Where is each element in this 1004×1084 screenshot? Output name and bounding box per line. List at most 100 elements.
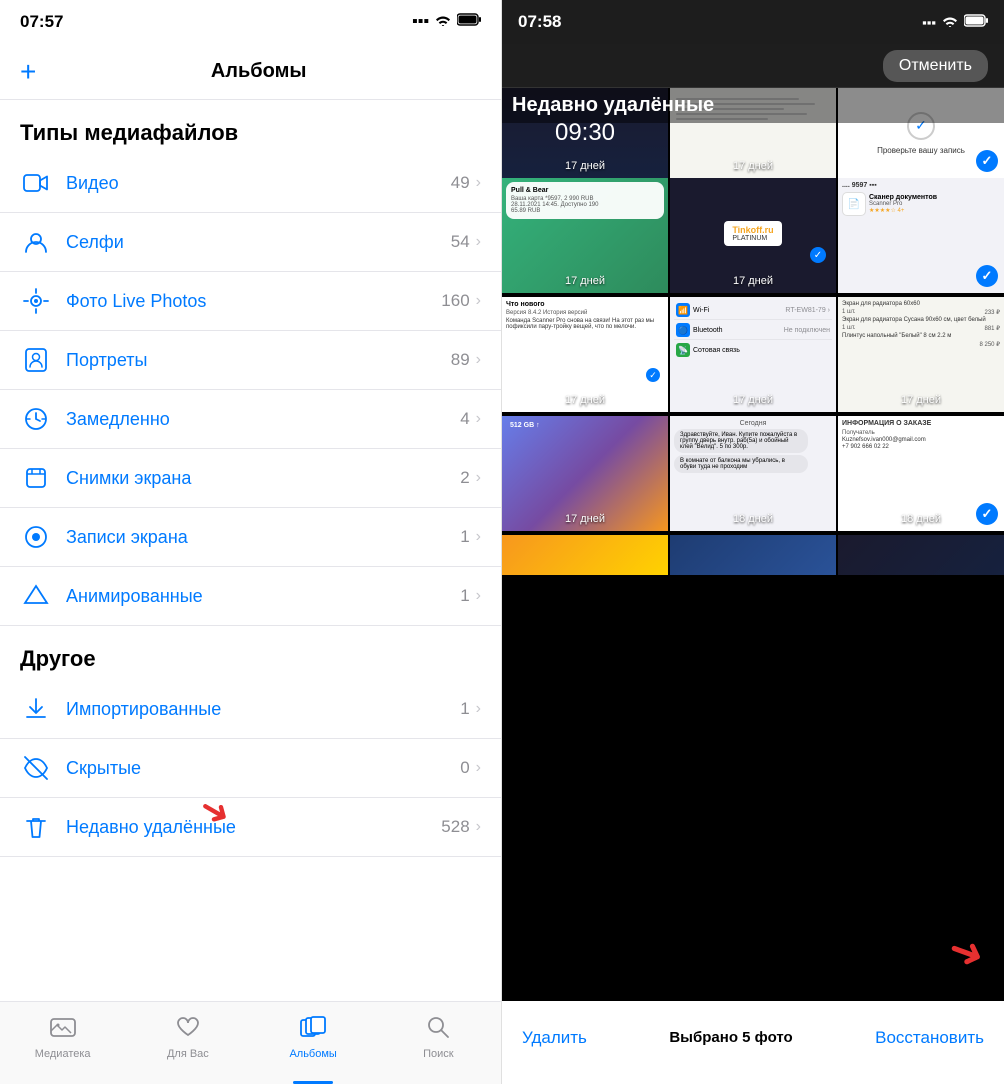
days-label-4: 17 дней [565, 275, 605, 287]
slow-motion-label: Замедленно [66, 409, 460, 430]
sidebar-item-hidden[interactable]: Скрытые 0 › [0, 739, 501, 798]
screen-recordings-label: Записи экрана [66, 527, 460, 548]
live-photos-count: 160 [441, 291, 469, 311]
right-panel: 07:58 ▪▪▪ Отменить 09:30 17 дней [502, 0, 1004, 1084]
days-label-1: 17 дней [565, 160, 605, 172]
selected-check-12: ✓ [976, 503, 998, 525]
sidebar-item-selfie[interactable]: Селфи 54 › [0, 213, 501, 272]
photo-thumb-7[interactable]: Что нового Версия 8.4.2 История версий К… [502, 297, 668, 412]
days-label-12: 18 дней [901, 513, 941, 525]
status-time-left: 07:57 [20, 12, 63, 32]
slow-motion-chevron: › [476, 410, 481, 428]
screen-record-icon [20, 521, 52, 553]
tab-for-you[interactable]: Для Вас [125, 1002, 250, 1084]
photo-thumb-11[interactable]: Сегодня Здравствуйте, Иван. Купите пожал… [670, 416, 836, 531]
tab-mediateka-label: Медиатека [35, 1048, 91, 1060]
selected-check-6: ✓ [976, 265, 998, 287]
photo-thumb-4[interactable]: Pull & Bear Ваша карта *9597, 2 990 RUB … [502, 178, 668, 293]
albums-scroll-area: Типы медиафайлов Видео 49 › Селфи 54 › Ф… [0, 100, 501, 1001]
video-icon [20, 167, 52, 199]
status-time-right: 07:58 [518, 12, 561, 32]
selfie-label: Селфи [66, 232, 451, 253]
days-label-7: 17 дней [565, 394, 605, 406]
selfie-count: 54 [451, 232, 470, 252]
cellular-icon: ▪▪▪ [412, 13, 429, 31]
sidebar-item-portraits[interactable]: Портреты 89 › [0, 331, 501, 390]
search-tab-icon [427, 1016, 449, 1044]
tab-for-you-label: Для Вас [167, 1048, 209, 1060]
tab-search[interactable]: Поиск [376, 1002, 501, 1084]
photo-thumb-10[interactable]: 512 GB ↑ 17 дней [502, 416, 668, 531]
photo-row-2: Что нового Версия 8.4.2 История версий К… [502, 297, 1004, 412]
add-album-button[interactable]: + [20, 56, 36, 88]
photo-grid: Pull & Bear Ваша карта *9597, 2 990 RUB … [502, 178, 1004, 1001]
screen-recordings-chevron: › [476, 528, 481, 546]
sidebar-item-slow-motion[interactable]: Замедленно 4 › [0, 390, 501, 449]
photo-row-3: 512 GB ↑ 17 дней Сегодня Здравствуйте, И… [502, 416, 1004, 531]
recently-deleted-label: Недавно удалённые [66, 817, 441, 838]
section-other-header: Другое [0, 626, 501, 680]
selected-check-icon: ✓ [976, 150, 998, 172]
tab-mediateka[interactable]: Медиатека [0, 1002, 125, 1084]
sidebar-item-recently-deleted[interactable]: Недавно удалённые 528 › ➜ [0, 798, 501, 857]
photo-thumb-9[interactable]: Экран для радиатора 60х60 1 шт.233 ₽ Экр… [838, 297, 1004, 412]
sidebar-item-video[interactable]: Видео 49 › [0, 154, 501, 213]
screenshots-chevron: › [476, 469, 481, 487]
photo-thumb-8[interactable]: 📶Wi-Fi RT-EW81-79 › 🔵Bluetooth Не подклю… [670, 297, 836, 412]
cellular-icon-right: ▪▪▪ [922, 15, 936, 30]
portrait-icon [20, 344, 52, 376]
selfie-chevron: › [476, 233, 481, 251]
hidden-count: 0 [460, 758, 469, 778]
battery-icon-left [457, 13, 481, 31]
photo-thumb-15[interactable] [838, 535, 1004, 575]
sidebar-item-screen-recordings[interactable]: Записи экрана 1 › [0, 508, 501, 567]
days-label-9: 17 дней [901, 394, 941, 406]
portraits-count: 89 [451, 350, 470, 370]
restore-button[interactable]: Восстановить [875, 1028, 984, 1048]
photo-thumb-14[interactable] [670, 535, 836, 575]
screen-recordings-count: 1 [460, 527, 469, 547]
days-label-10: 17 дней [565, 513, 605, 525]
animated-label: Анимированные [66, 586, 460, 607]
days-label-11: 18 дней [733, 513, 773, 525]
sidebar-item-screenshots[interactable]: Снимки экрана 2 › [0, 449, 501, 508]
tab-albums-label: Альбомы [289, 1048, 336, 1060]
cancel-button[interactable]: Отменить [883, 50, 988, 82]
portraits-label: Портреты [66, 350, 451, 371]
bottom-tabs: Медиатека Для Вас Альбомы Поиск [0, 1001, 501, 1084]
screenshots-count: 2 [460, 468, 469, 488]
bottom-action-bar: Удалить Выбрано 5 фото Восстановить [502, 1001, 1004, 1084]
status-icons-right: ▪▪▪ [922, 14, 988, 30]
sidebar-item-animated[interactable]: Анимированные 1 › [0, 567, 501, 626]
photo-thumb-12[interactable]: ИНФОРМАЦИЯ О ЗАКАЗЕ Получатель Kuznefsov… [838, 416, 1004, 531]
sidebar-item-imported[interactable]: Импортированные 1 › [0, 680, 501, 739]
screenshots-label: Снимки экрана [66, 468, 460, 489]
slow-motion-count: 4 [460, 409, 469, 429]
live-photos-chevron: › [476, 292, 481, 310]
tab-albums[interactable]: Альбомы [251, 1002, 376, 1084]
animated-chevron: › [476, 587, 481, 605]
video-count: 49 [451, 173, 470, 193]
recently-deleted-title: Недавно удалённые [512, 94, 714, 116]
wifi-icon-right [942, 15, 958, 30]
portraits-chevron: › [476, 351, 481, 369]
photo-tab-icon [50, 1016, 76, 1044]
video-chevron: › [476, 174, 481, 192]
hidden-icon [20, 752, 52, 784]
trash-icon [20, 811, 52, 843]
wifi-icon-left [435, 13, 451, 31]
animated-icon [20, 580, 52, 612]
photo-thumb-13[interactable] [502, 535, 668, 575]
delete-button[interactable]: Удалить [522, 1028, 587, 1048]
days-label-8: 17 дней [733, 394, 773, 406]
photo-thumb-6[interactable]: .... 9597 ▪▪▪ 📄 Сканер документов Scanne… [838, 178, 1004, 293]
selected-info: Выбрано 5 фото [669, 1029, 792, 1046]
animated-count: 1 [460, 586, 469, 606]
imported-chevron: › [476, 700, 481, 718]
sidebar-item-live-photos[interactable]: Фото Live Photos 160 › [0, 272, 501, 331]
imported-count: 1 [460, 699, 469, 719]
photo-thumb-5[interactable]: Tinkoff.ru PLATINUM ✓ 17 дней [670, 178, 836, 293]
recently-deleted-count: 528 [441, 817, 469, 837]
status-bar-right: 07:58 ▪▪▪ [502, 0, 1004, 44]
battery-icon-right [964, 14, 988, 30]
